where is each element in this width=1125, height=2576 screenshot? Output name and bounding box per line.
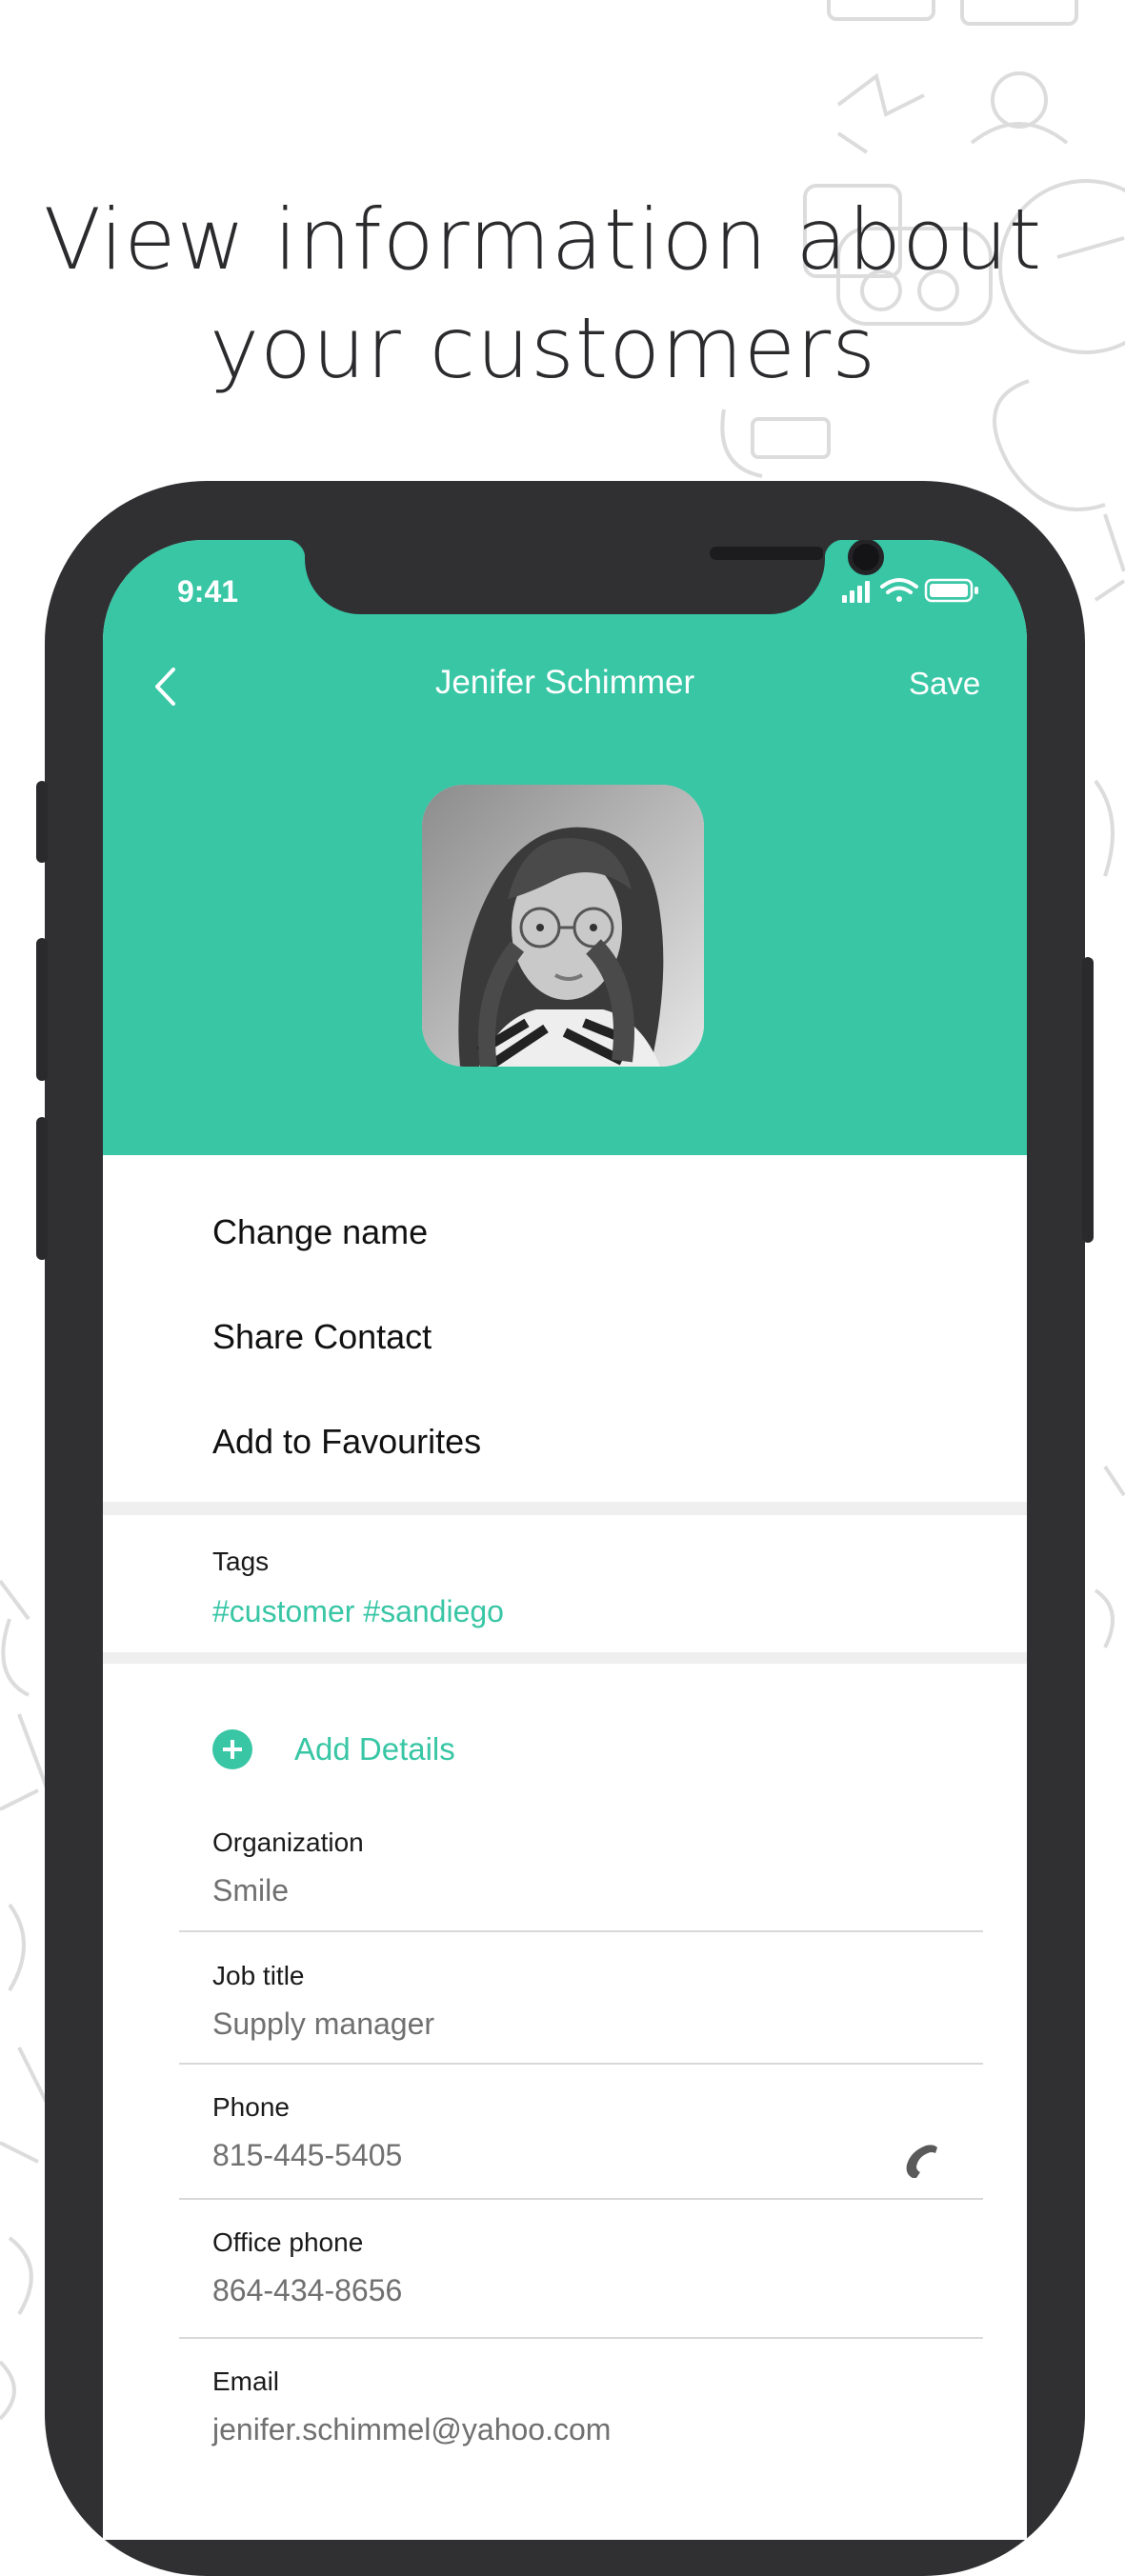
side-button-power (1082, 957, 1094, 1243)
headline-line-1: View information about (43, 190, 1043, 289)
contact-header: 9:41 Jenifer Schimmer Save (103, 540, 1027, 1155)
phone-notch (305, 540, 884, 614)
job-title-value[interactable]: Supply manager (212, 2007, 434, 2042)
phone-icon[interactable] (899, 2140, 945, 2186)
status-icons (842, 578, 978, 603)
add-details-label: Add Details (294, 1731, 455, 1767)
signal-icon (842, 581, 870, 603)
contact-name-title: Jenifer Schimmer (434, 664, 695, 701)
avatar-photo (422, 785, 704, 1067)
front-camera (848, 540, 884, 575)
status-time: 9:41 (177, 574, 239, 609)
phone-label: Phone (212, 2092, 290, 2122)
save-button[interactable]: Save (909, 666, 980, 702)
email-value[interactable]: jenifer.schimmel@yahoo.com (212, 2412, 611, 2447)
organization-value[interactable]: Smile (212, 1873, 289, 1908)
tags-value[interactable]: #customer #sandiego (212, 1594, 504, 1629)
contact-avatar[interactable] (422, 785, 704, 1067)
speaker-grille (710, 547, 824, 560)
field-divider (179, 2063, 983, 2065)
side-button-mute (36, 781, 48, 863)
wifi-icon (880, 578, 918, 602)
plus-circle-icon (212, 1729, 252, 1769)
contact-actions: Change name Share Contact Add to Favouri… (103, 1155, 1027, 1509)
field-divider (179, 2337, 983, 2339)
job-title-label: Job title (212, 1961, 305, 1990)
field-divider (179, 1930, 983, 1932)
phone-value[interactable]: 815-445-5405 (212, 2138, 402, 2173)
phone-screen: 9:41 Jenifer Schimmer Save Change name S… (103, 540, 1027, 2540)
battery-icon (924, 578, 978, 603)
field-divider (179, 2198, 983, 2200)
office-phone-value[interactable]: 864-434-8656 (212, 2273, 402, 2308)
section-divider (103, 1502, 1027, 1515)
section-divider (103, 1652, 1027, 1664)
office-phone-label: Office phone (212, 2227, 364, 2257)
side-button-volume-down (36, 1117, 48, 1260)
tags-label: Tags (212, 1547, 270, 1576)
email-label: Email (212, 2366, 280, 2396)
add-to-favourites-action[interactable]: Add to Favourites (212, 1422, 481, 1462)
share-contact-action[interactable]: Share Contact (212, 1317, 432, 1357)
add-details-button[interactable]: Add Details (212, 1726, 593, 1773)
change-name-action[interactable]: Change name (212, 1212, 428, 1252)
side-button-volume-up (36, 938, 48, 1081)
headline-line-2: your customers (209, 299, 877, 397)
organization-label: Organization (212, 1827, 364, 1857)
marketing-headline: View information about your customers (0, 186, 1086, 403)
